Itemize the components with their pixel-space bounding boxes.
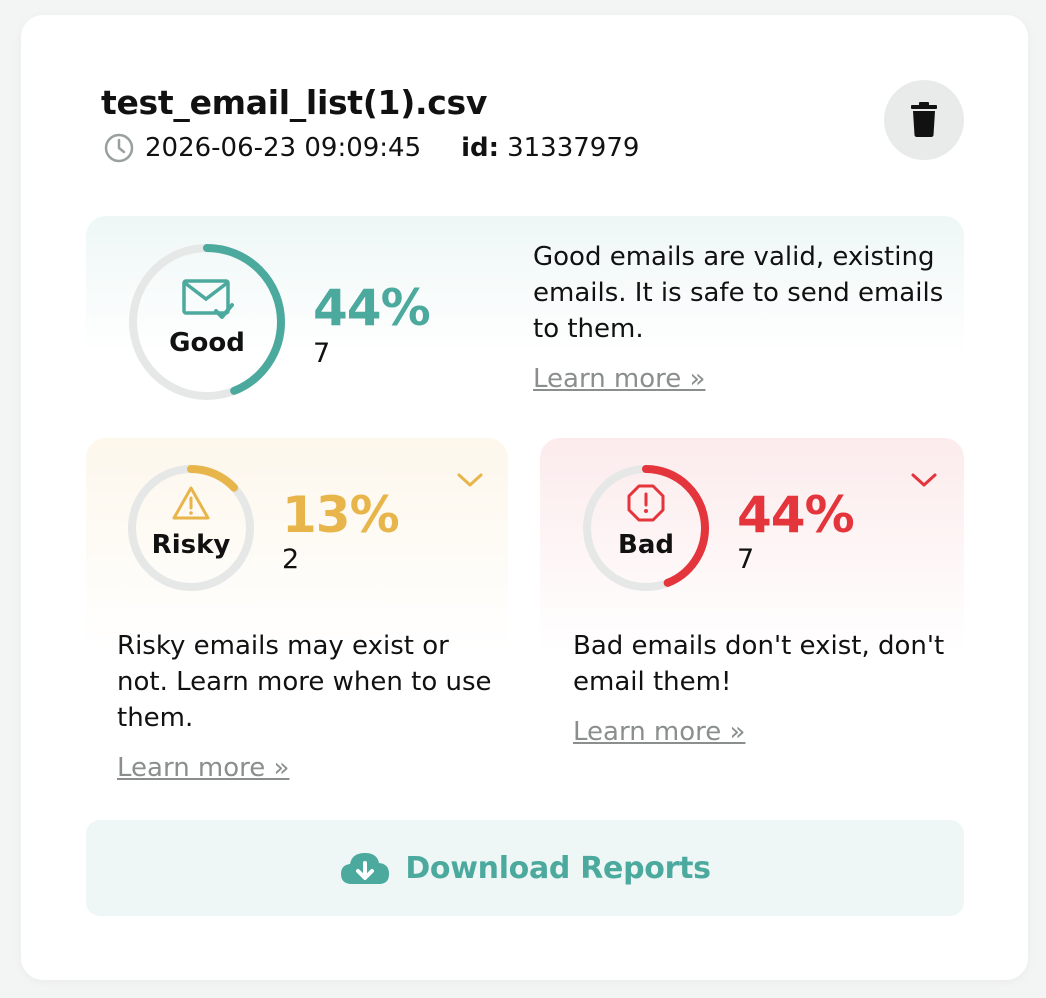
risky-description-line: Risky emails may exist or (117, 631, 449, 661)
good-ring: Good (127, 242, 287, 402)
chevron-down-icon[interactable] (455, 470, 485, 490)
risky-label: Risky (151, 530, 231, 560)
good-percent: 44% (313, 279, 431, 337)
bad-description-line: email them! (573, 667, 732, 697)
good-label: Good (169, 328, 245, 358)
risky-count: 2 (282, 544, 300, 575)
bad-description: Bad emails don't exist, don't email them… (573, 628, 944, 700)
good-description-line: to them. (533, 314, 644, 344)
bad-ring: Bad (582, 464, 710, 592)
mail-check-icon (182, 279, 234, 319)
good-learn-more-link[interactable]: Learn more » (533, 364, 705, 394)
file-id-label: id: (461, 133, 500, 163)
file-id-value: 31337979 (507, 133, 640, 163)
download-reports-label: Download Reports (405, 850, 711, 886)
file-name: test_email_list(1).csv (101, 83, 488, 122)
risky-description-line: them. (117, 703, 194, 733)
bad-count: 7 (737, 544, 755, 575)
file-meta: 2026-06-23 09:09:45 id: 31337979 (103, 132, 639, 164)
good-description-line: emails. It is safe to send emails (533, 278, 944, 308)
cloud-download-icon (341, 853, 390, 884)
risky-description: Risky emails may exist or not. Learn mor… (117, 628, 492, 736)
good-count: 7 (313, 338, 331, 369)
risky-percent: 13% (282, 486, 400, 544)
good-description-line: Good emails are valid, existing (533, 242, 935, 272)
risky-learn-more-link[interactable]: Learn more » (117, 753, 289, 783)
alert-octagon-icon (627, 484, 665, 522)
file-datetime: 2026-06-23 09:09:45 (145, 133, 422, 163)
chevron-down-icon[interactable] (909, 470, 939, 490)
download-reports-button[interactable]: Download Reports (86, 820, 964, 916)
bad-learn-more-link[interactable]: Learn more » (573, 717, 745, 747)
trash-icon (911, 102, 937, 137)
bad-label: Bad (618, 530, 674, 560)
risky-description-line: not. Learn more when to use (117, 667, 492, 697)
bad-description-line: Bad emails don't exist, don't (573, 631, 945, 661)
clock-icon (104, 133, 134, 163)
bad-percent: 44% (737, 486, 855, 544)
risky-ring: Risky (127, 464, 255, 592)
good-description: Good emails are valid, existing emails. … (533, 239, 943, 347)
delete-button[interactable] (884, 80, 964, 160)
warning-triangle-icon (172, 486, 210, 520)
